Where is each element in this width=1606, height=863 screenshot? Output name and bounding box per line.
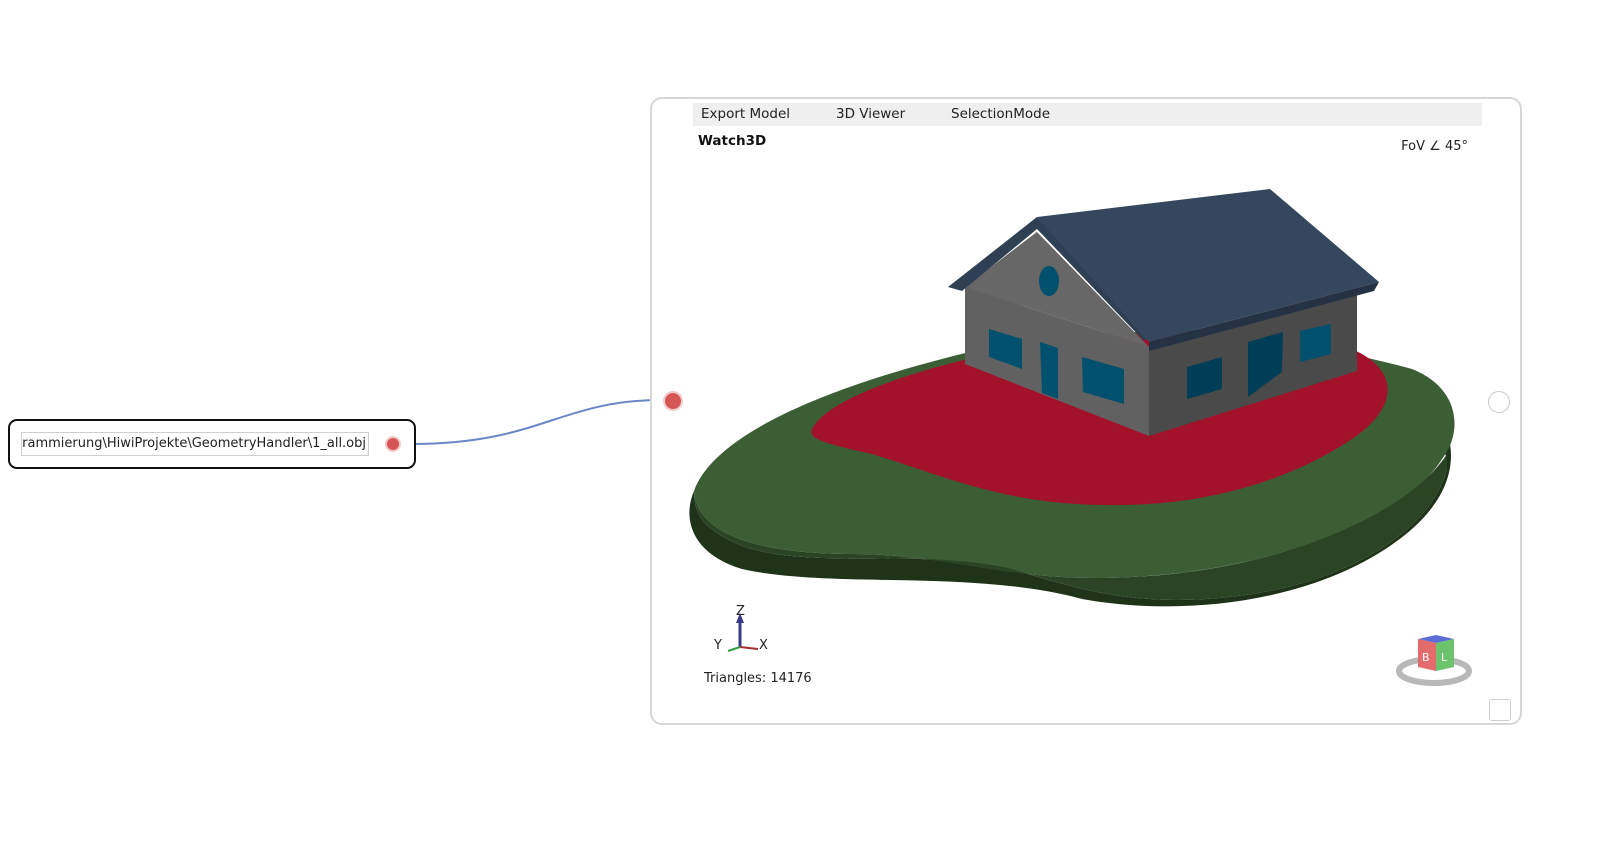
axis-y-label: Y — [713, 638, 722, 653]
watch3d-output-port[interactable] — [1488, 391, 1510, 413]
view-cube-icon[interactable]: B L — [1394, 629, 1474, 691]
file-path-node[interactable]: ogrammierung\HiwiProjekte\GeometryHandle… — [8, 419, 416, 469]
axis-x-label: X — [759, 638, 768, 653]
triangle-count: Triangles: 14176 — [704, 671, 812, 686]
axis-z-label: Z — [736, 604, 745, 619]
watch3d-node[interactable]: Export Model 3D Viewer SelectionMode Wat… — [650, 97, 1522, 725]
file-path-input[interactable]: ogrammierung\HiwiProjekte\GeometryHandle… — [21, 432, 369, 456]
cube-face-l: L — [1441, 651, 1448, 664]
3d-viewport[interactable] — [652, 99, 1520, 723]
watch3d-input-port[interactable] — [663, 391, 683, 411]
axis-gizmo: Z Y X — [713, 604, 768, 653]
door — [1040, 342, 1058, 399]
graph-canvas: ogrammierung\HiwiProjekte\GeometryHandle… — [0, 0, 1606, 863]
file-output-port[interactable] — [385, 436, 401, 452]
round-window — [1039, 266, 1059, 296]
cube-face-b: B — [1422, 651, 1430, 664]
resize-handle[interactable] — [1489, 699, 1511, 721]
file-path-text: ogrammierung\HiwiProjekte\GeometryHandle… — [21, 436, 366, 451]
